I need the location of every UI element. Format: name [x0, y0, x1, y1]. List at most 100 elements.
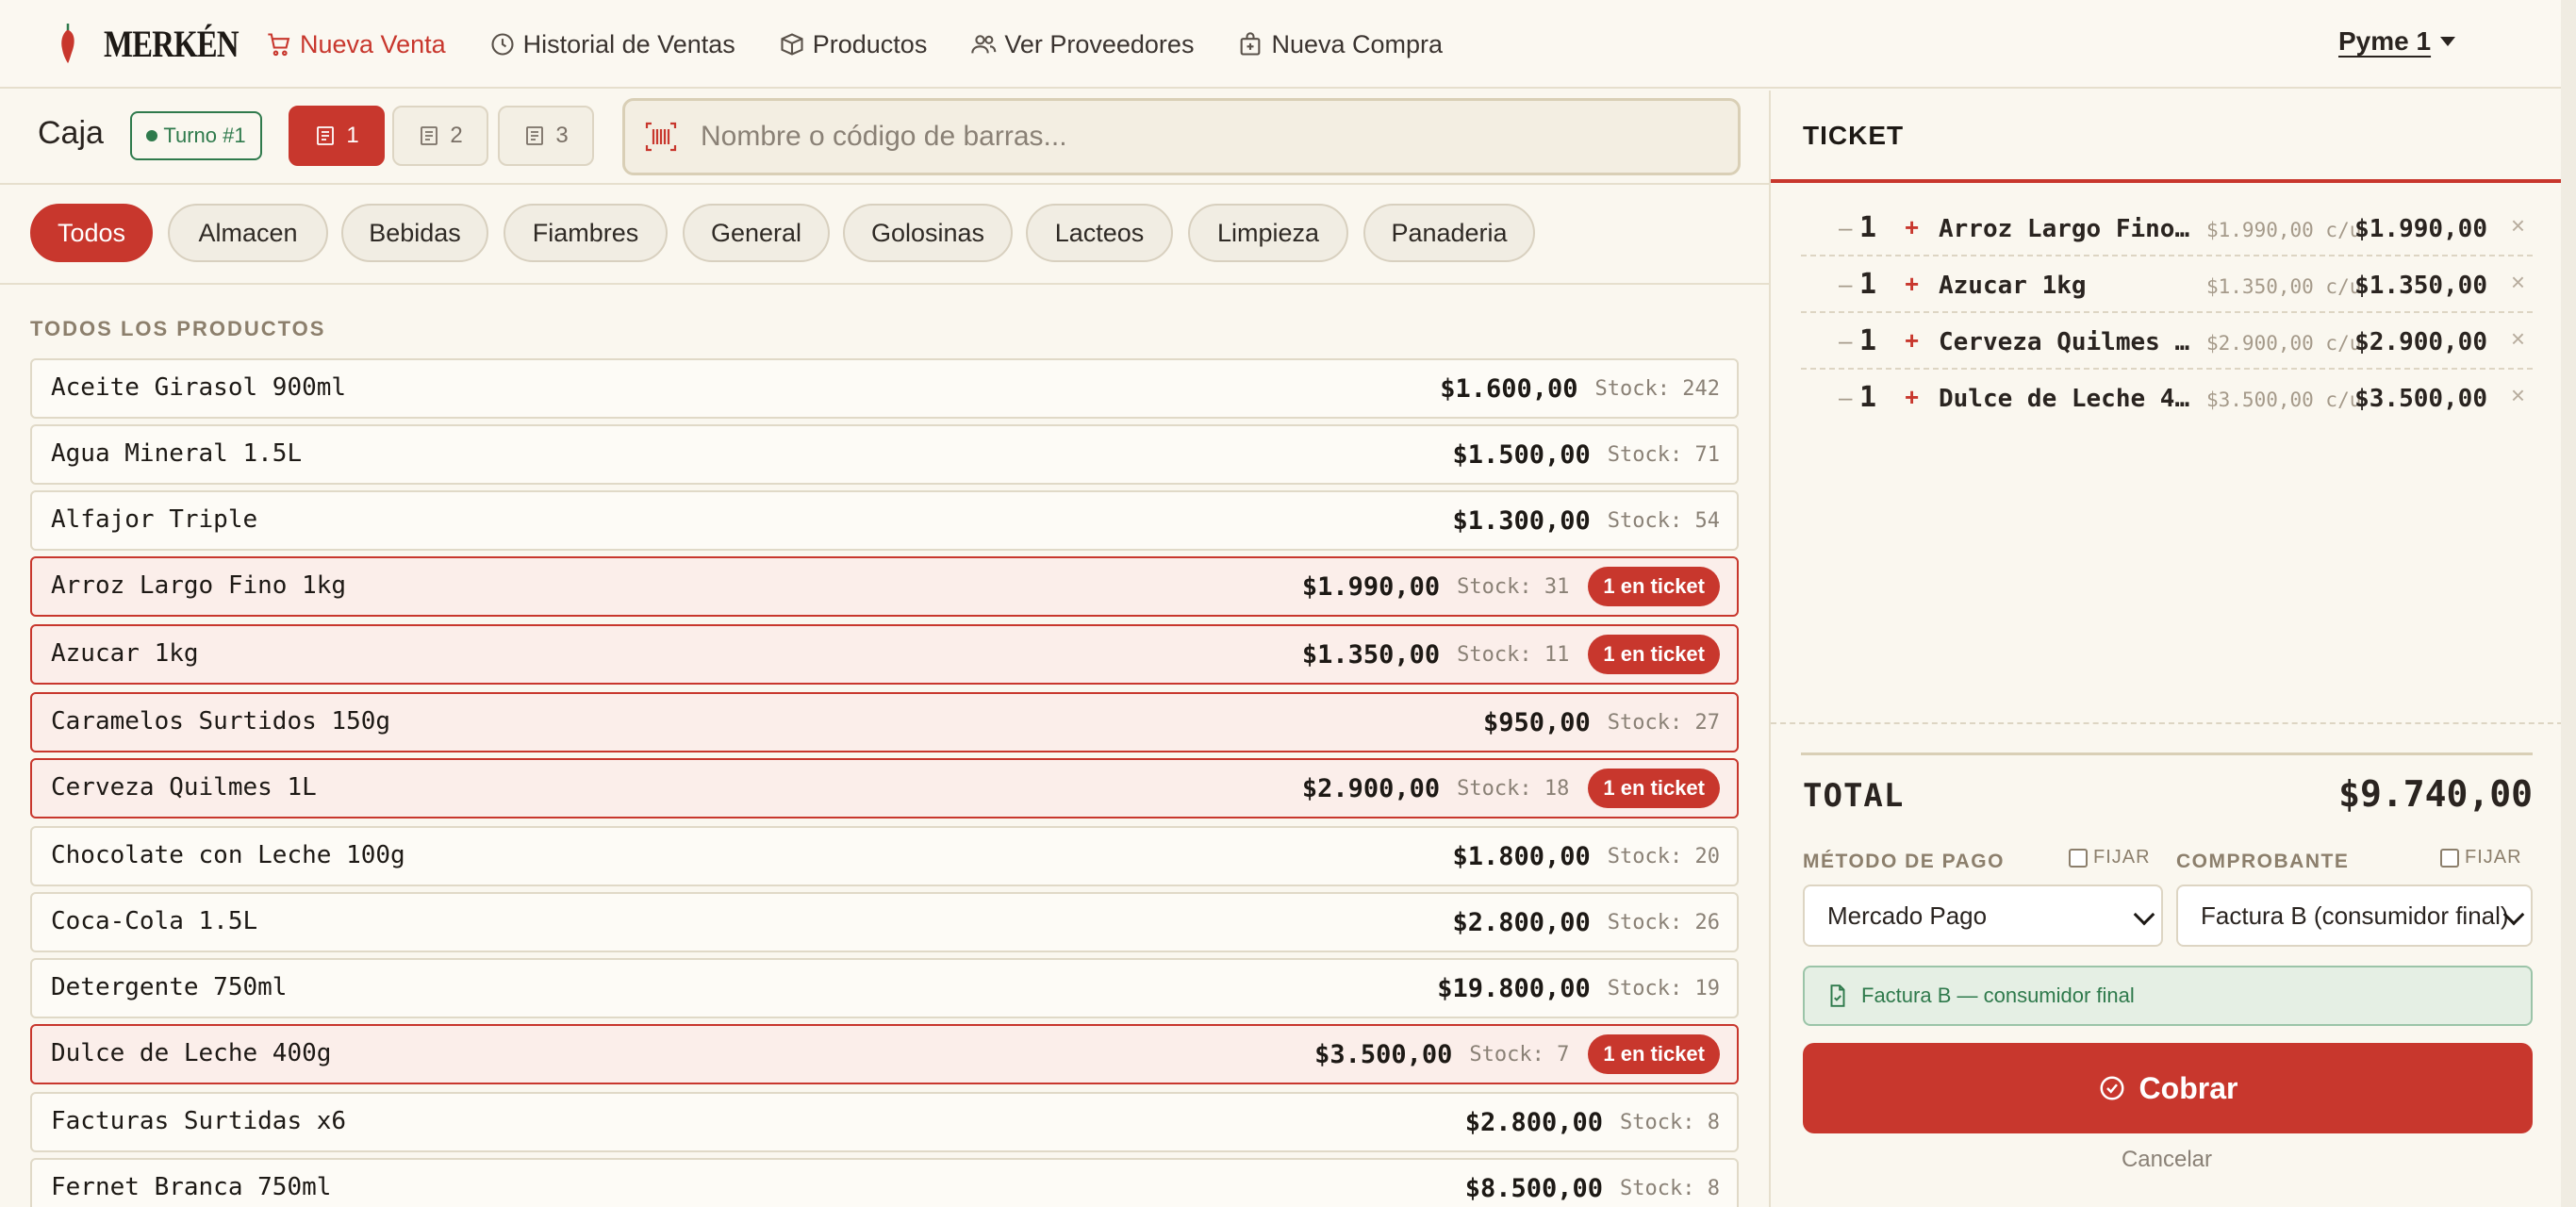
product-price: $1.800,00 [1452, 841, 1591, 871]
product-row[interactable]: Chocolate con Leche 100g $1.800,00 Stock:… [30, 826, 1739, 886]
brand-name: MERKÉN [104, 22, 239, 65]
product-row[interactable]: Facturas Surtidas x6 $2.800,00 Stock: 8 [30, 1092, 1739, 1152]
caja-tab-2[interactable]: 2 [392, 106, 488, 166]
product-name: Facturas Surtidas x6 [51, 1107, 347, 1135]
receipt-icon [526, 126, 544, 145]
total-divider [1801, 752, 2533, 755]
product-stock: Stock: 19 [1607, 976, 1720, 1000]
product-row[interactable]: Agua Mineral 1.5L $1.500,00 Stock: 71 [30, 424, 1739, 485]
payment-method-select[interactable]: Mercado Pago [1803, 885, 2163, 947]
category-bebidas[interactable]: Bebidas [341, 204, 488, 262]
product-row[interactable]: Aceite Girasol 900ml $1.600,00 Stock: 242 [30, 358, 1739, 419]
decrease-qty-button[interactable]: – [1839, 383, 1852, 412]
in-ticket-badge: 1 en ticket [1588, 635, 1720, 674]
fijar-payment-checkbox[interactable]: FIJAR [2069, 847, 2151, 868]
increase-qty-button[interactable]: + [1905, 326, 1919, 355]
nav-productos[interactable]: Productos [779, 0, 927, 89]
caja-bar: Caja Turno #1 1 2 3 [0, 91, 1769, 183]
product-row[interactable]: Arroz Largo Fino 1kg $1.990,00 Stock: 31 1… [30, 556, 1739, 617]
category-general[interactable]: General [683, 204, 830, 262]
product-price: $1.500,00 [1452, 439, 1591, 470]
increase-qty-button[interactable]: + [1905, 383, 1919, 412]
product-row[interactable]: Fernet Branca 750ml $8.500,00 Stock: 8 [30, 1158, 1739, 1207]
product-name: Cerveza Quilmes 1L [51, 773, 317, 802]
nav-label: Nueva Compra [1271, 29, 1444, 58]
barcode-icon [645, 122, 677, 152]
product-row[interactable]: Detergente 750ml $19.800,00 Stock: 19 [30, 958, 1739, 1018]
item-name: Azucar 1kg [1939, 272, 2087, 300]
chili-logo-icon [61, 24, 74, 63]
caja-label: Caja [38, 115, 104, 151]
in-ticket-badge: 1 en ticket [1588, 567, 1720, 606]
remove-item-icon[interactable]: × [2511, 268, 2525, 297]
category-fiambres[interactable]: Fiambres [504, 204, 668, 262]
product-row[interactable]: Cerveza Quilmes 1L $2.900,00 Stock: 18 1 e… [30, 758, 1739, 818]
cobrar-button[interactable]: Cobrar [1803, 1043, 2533, 1133]
decrease-qty-button[interactable]: – [1839, 270, 1852, 299]
ticket-item: – 1 + Arroz Largo Fino … $1.990,00 c/u $… [1801, 200, 2533, 256]
product-row[interactable]: Caramelos Surtidos 150g $950,00 Stock: 27 [30, 692, 1739, 752]
ticket-item: – 1 + Dulce de Leche 40… $3.500,00 c/u $… [1801, 370, 2533, 426]
user-menu[interactable]: Pyme 1 [2338, 26, 2456, 57]
fijar-receipt-checkbox[interactable]: FIJAR [2440, 847, 2522, 868]
checkbox-icon [2440, 848, 2459, 868]
decrease-qty-button[interactable]: – [1839, 213, 1852, 242]
product-name: Azucar 1kg [51, 639, 199, 668]
product-price: $1.350,00 [1301, 639, 1441, 670]
category-filter-bar: Todos Almacen Bebidas Fiambres General G… [0, 183, 1769, 285]
receipt-type-select[interactable]: Factura B (consumidor final) [2176, 885, 2533, 947]
nav-nueva-venta[interactable]: Nueva Venta [266, 0, 446, 89]
category-panaderia[interactable]: Panaderia [1363, 204, 1535, 262]
product-name: Alfajor Triple [51, 505, 258, 534]
ticket-item: – 1 + Cerveza Quilmes 1L $2.900,00 c/u $… [1801, 313, 2533, 370]
product-stock: Stock: 31 [1457, 574, 1570, 599]
in-ticket-badge: 1 en ticket [1588, 769, 1720, 808]
search-input[interactable] [701, 121, 1719, 153]
remove-item-icon[interactable]: × [2511, 324, 2525, 354]
category-golosinas[interactable]: Golosinas [843, 204, 1013, 262]
nav-nueva-compra[interactable]: Nueva Compra [1237, 0, 1443, 89]
product-row[interactable]: Alfajor Triple $1.300,00 Stock: 54 [30, 490, 1739, 551]
remove-item-icon[interactable]: × [2511, 211, 2525, 240]
product-row[interactable]: Azucar 1kg $1.350,00 Stock: 11 1 en ticket [30, 624, 1739, 685]
item-subtotal: $2.900,00 [2354, 328, 2487, 356]
category-almacen[interactable]: Almacen [168, 204, 328, 262]
nav-historial-ventas[interactable]: Historial de Ventas [489, 0, 735, 89]
product-stock: Stock: 54 [1607, 508, 1720, 533]
product-price: $19.800,00 [1437, 973, 1591, 1003]
remove-item-icon[interactable]: × [2511, 381, 2525, 410]
nav-label: Historial de Ventas [522, 29, 735, 58]
increase-qty-button[interactable]: + [1905, 213, 1919, 242]
payment-method-label: MÉTODO DE PAGO [1803, 851, 2005, 872]
box-icon [781, 33, 803, 56]
product-price: $2.800,00 [1464, 1107, 1604, 1137]
product-price: $2.900,00 [1301, 773, 1441, 803]
user-name: Pyme 1 [2338, 26, 2432, 56]
category-todos[interactable]: Todos [30, 204, 153, 262]
category-limpieza[interactable]: Limpieza [1188, 204, 1348, 262]
product-stock: Stock: 7 [1469, 1042, 1570, 1066]
ticket-header: TICKET [1771, 91, 2563, 183]
product-row[interactable]: Dulce de Leche 400g $3.500,00 Stock: 7 1 e… [30, 1024, 1739, 1084]
increase-qty-button[interactable]: + [1905, 270, 1919, 299]
page-scrollbar[interactable] [2561, 0, 2576, 1207]
caja-tab-1[interactable]: 1 [289, 106, 385, 166]
category-lacteos[interactable]: Lacteos [1026, 204, 1173, 262]
receipt-type-value: Factura B (consumidor final) [2201, 901, 2509, 930]
brand[interactable]: MERKÉN [57, 0, 268, 88]
product-name: Coca-Cola 1.5L [51, 907, 258, 935]
ticket-panel: TICKET – 1 + Arroz Largo Fino … $1.990,0… [1769, 91, 2563, 1207]
product-price: $8.500,00 [1464, 1173, 1604, 1203]
bag-plus-icon [1241, 32, 1261, 56]
products-panel: Caja Turno #1 1 2 3 Todos Almacen Bebi [0, 91, 1769, 1207]
product-name: Agua Mineral 1.5L [51, 439, 303, 468]
product-row[interactable]: Coca-Cola 1.5L $2.800,00 Stock: 26 [30, 892, 1739, 952]
cancelar-button[interactable]: Cancelar [1771, 1147, 2563, 1173]
decrease-qty-button[interactable]: – [1839, 326, 1852, 355]
search-box [622, 98, 1741, 175]
product-price: $1.600,00 [1440, 373, 1578, 404]
nav-ver-proveedores[interactable]: Ver Proveedores [970, 0, 1194, 89]
item-qty: 1 [1859, 211, 1877, 244]
caja-tab-3[interactable]: 3 [498, 106, 594, 166]
receipt-notice-text: Factura B — consumidor final [1861, 984, 2135, 1007]
